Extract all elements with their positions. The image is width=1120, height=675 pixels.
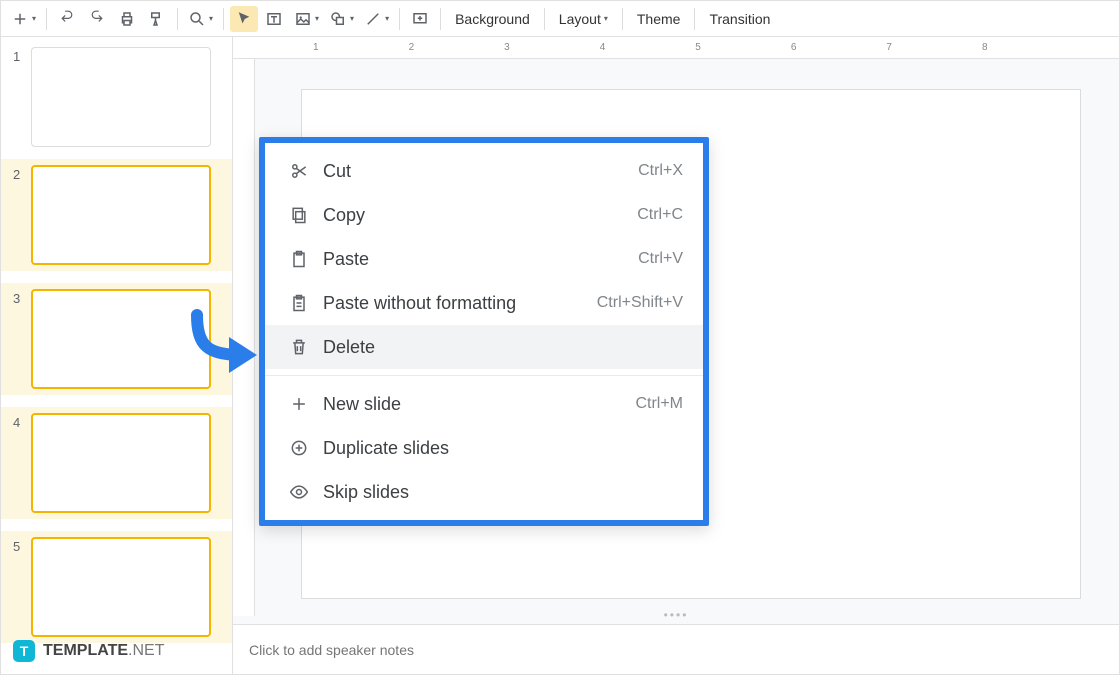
menu-label: Duplicate slides	[313, 438, 683, 459]
toolbar: Background Layout Theme Transition	[1, 1, 1119, 37]
copy-icon	[285, 205, 313, 225]
paint-format-button[interactable]	[143, 6, 171, 32]
slide-preview[interactable]	[31, 47, 211, 147]
menu-shortcut: Ctrl+C	[637, 206, 683, 224]
menu-shortcut: Ctrl+Shift+V	[597, 294, 683, 312]
transition-button[interactable]: Transition	[701, 6, 778, 32]
ruler-tick: 2	[409, 42, 415, 53]
separator	[544, 8, 545, 30]
ruler-tick: 5	[695, 42, 701, 53]
ruler-tick: 3	[504, 42, 510, 53]
trash-icon	[285, 337, 313, 357]
menu-shortcut: Ctrl+V	[638, 250, 683, 268]
watermark-bold: TEMPLATE	[43, 642, 128, 659]
menu-label: Cut	[313, 161, 638, 182]
theme-button[interactable]: Theme	[629, 6, 689, 32]
separator	[399, 8, 400, 30]
textbox-button[interactable]	[260, 6, 288, 32]
slide-thumbnail[interactable]: 2	[1, 159, 232, 271]
select-tool-button[interactable]	[230, 6, 258, 32]
background-button[interactable]: Background	[447, 6, 538, 32]
watermark-icon: T	[13, 640, 35, 662]
slide-thumbnail[interactable]: 5	[1, 531, 232, 643]
separator	[694, 8, 695, 30]
menu-item-paste-plain[interactable]: Paste without formatting Ctrl+Shift+V	[265, 281, 703, 325]
slide-number: 4	[13, 413, 31, 430]
layout-button[interactable]: Layout	[551, 6, 616, 32]
menu-item-delete[interactable]: Delete	[265, 325, 703, 369]
plus-icon	[285, 394, 313, 414]
menu-label: Copy	[313, 205, 637, 226]
slide-number: 3	[13, 289, 31, 306]
separator	[177, 8, 178, 30]
menu-label: Skip slides	[313, 482, 683, 503]
resize-grip[interactable]: ••••	[233, 606, 1119, 624]
menu-separator	[265, 375, 703, 376]
menu-label: Delete	[313, 337, 683, 358]
menu-label: Paste without formatting	[313, 293, 597, 314]
new-slide-button[interactable]	[7, 6, 40, 32]
menu-item-new-slide[interactable]: New slide Ctrl+M	[265, 382, 703, 426]
slide-preview[interactable]	[31, 165, 211, 265]
ruler-tick: 4	[600, 42, 606, 53]
eye-icon	[285, 482, 313, 502]
menu-item-duplicate[interactable]: Duplicate slides	[265, 426, 703, 470]
menu-shortcut: Ctrl+M	[635, 395, 683, 413]
separator	[223, 8, 224, 30]
menu-item-cut[interactable]: Cut Ctrl+X	[265, 149, 703, 193]
scissors-icon	[285, 161, 313, 181]
speaker-notes[interactable]: Click to add speaker notes	[233, 624, 1119, 674]
slide-preview[interactable]	[31, 537, 211, 637]
slide-thumbnail[interactable]: 4	[1, 407, 232, 519]
comment-button[interactable]	[406, 6, 434, 32]
shape-button[interactable]	[325, 6, 358, 32]
context-menu: Cut Ctrl+X Copy Ctrl+C Paste Ctrl+V Past…	[259, 137, 709, 526]
separator	[622, 8, 623, 30]
image-button[interactable]	[290, 6, 323, 32]
line-button[interactable]	[360, 6, 393, 32]
print-button[interactable]	[113, 6, 141, 32]
menu-item-copy[interactable]: Copy Ctrl+C	[265, 193, 703, 237]
ruler-tick: 8	[982, 42, 988, 53]
separator	[46, 8, 47, 30]
slide-number: 1	[13, 47, 31, 64]
zoom-button[interactable]	[184, 6, 217, 32]
watermark: T TEMPLATE.NET	[13, 640, 164, 662]
slide-number: 5	[13, 537, 31, 554]
duplicate-icon	[285, 438, 313, 458]
ruler-tick: 1	[313, 42, 319, 53]
slide-thumbnail[interactable]: 1	[1, 47, 232, 147]
watermark-thin: .NET	[128, 642, 164, 659]
menu-item-skip[interactable]: Skip slides	[265, 470, 703, 514]
clipboard-plain-icon	[285, 293, 313, 313]
undo-button[interactable]	[53, 6, 81, 32]
horizontal-ruler: 1 2 3 4 5 6 7 8	[233, 37, 1119, 59]
redo-button[interactable]	[83, 6, 111, 32]
ruler-tick: 6	[791, 42, 797, 53]
clipboard-icon	[285, 249, 313, 269]
arrow-annotation-icon	[179, 307, 269, 392]
ruler-tick: 7	[886, 42, 892, 53]
slide-number: 2	[13, 165, 31, 182]
slide-preview[interactable]	[31, 413, 211, 513]
separator	[440, 8, 441, 30]
menu-label: New slide	[313, 394, 635, 415]
menu-item-paste[interactable]: Paste Ctrl+V	[265, 237, 703, 281]
menu-label: Paste	[313, 249, 638, 270]
menu-shortcut: Ctrl+X	[638, 162, 683, 180]
